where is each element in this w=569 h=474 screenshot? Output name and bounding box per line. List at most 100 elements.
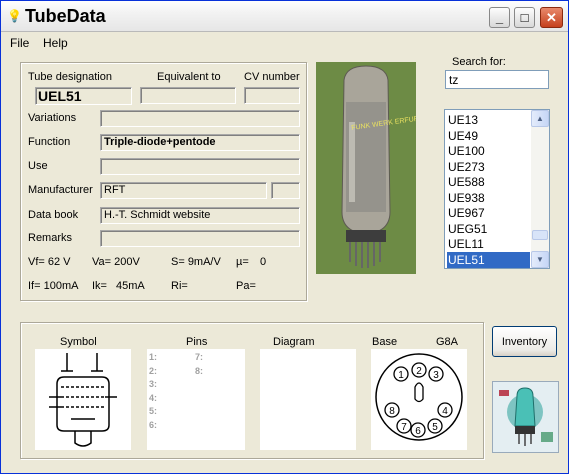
diagram-box [260, 349, 356, 450]
window-title: TubeData [25, 6, 106, 26]
cv-number-label: CV number [244, 71, 300, 83]
inventory-button[interactable]: Inventory [492, 326, 557, 357]
variations-field[interactable] [100, 110, 300, 127]
base-pin-number: 2 [416, 366, 422, 377]
menu-bar: File Help [1, 33, 568, 53]
manufacturer-field[interactable]: RFT [100, 182, 267, 199]
scroll-up-button[interactable]: ▲ [531, 110, 549, 127]
search-input[interactable] [445, 70, 549, 89]
minimize-button[interactable]: _ [489, 7, 510, 28]
vf-value: Vf= 62 V [28, 256, 71, 268]
pins-box: 1: 2: 3: 4: 5: 6: 7: 8: [147, 349, 245, 450]
base-pin: 1 [393, 366, 409, 382]
pin-label: 7: [195, 352, 204, 362]
base-pin-number: 1 [398, 370, 404, 381]
mu-value: 0 [260, 256, 267, 268]
tube-designation-label: Tube designation [28, 71, 112, 83]
app-window: 💡 TubeData _ □ ✕ File Help Tube designat… [0, 0, 569, 474]
base-pin-number: 6 [415, 426, 421, 437]
base-box: 1 23 45678 [371, 349, 467, 450]
base-pin-number: 3 [433, 370, 439, 381]
use-field[interactable] [100, 158, 300, 175]
equivalent-to-field[interactable] [140, 87, 236, 104]
maximize-button[interactable]: □ [514, 7, 535, 28]
scroll-down-button[interactable]: ▼ [531, 251, 549, 268]
ik-label: Ik= [92, 280, 107, 292]
close-icon: ✕ [546, 9, 557, 25]
base-pin: 8 [384, 402, 400, 418]
lightbulb-icon: 💡 [7, 9, 22, 23]
function-label: Function [28, 136, 71, 148]
diagram-label: Diagram [273, 336, 315, 348]
function-field[interactable]: Triple-diode+pentode [100, 134, 300, 151]
title-bar[interactable]: 💡 TubeData _ □ ✕ [1, 1, 568, 32]
pa-label: Pa= [236, 280, 256, 292]
base-pin-number: 5 [432, 422, 438, 433]
base-pin: 4 [437, 402, 453, 418]
tube-list[interactable]: UE13 UE49 UE100 UE273 UE588 UE938 UE967 UEG51 UE… [444, 109, 550, 269]
remarks-label: Remarks [28, 232, 73, 244]
pins-label: Pins [186, 336, 208, 348]
pin-label: 3: [149, 379, 158, 389]
base-pin: 7 [396, 418, 412, 434]
variations-label: Variations [28, 112, 77, 124]
symbol-box [35, 349, 131, 450]
manufacturer-label: Manufacturer [28, 184, 93, 196]
ri-label: Ri= [171, 280, 188, 292]
list-item[interactable]: UE588 [447, 174, 530, 190]
arrow-up-icon: ▲ [536, 114, 544, 123]
list-item[interactable]: UE49 [447, 128, 530, 144]
s-value: S= 9mA/V [171, 256, 221, 268]
use-label: Use [28, 160, 48, 172]
app-logo [492, 381, 559, 453]
tube-designation-field[interactable]: UEL51 [35, 87, 132, 105]
if-value: If= 100mA [28, 280, 79, 292]
base-pin-number: 7 [401, 422, 407, 433]
list-item[interactable]: UE938 [447, 190, 530, 206]
equivalent-to-label: Equivalent to [157, 71, 221, 83]
maximize-icon: □ [520, 10, 529, 25]
base-label: Base [372, 336, 398, 348]
manufacturer-extra-field[interactable] [271, 182, 300, 199]
tube-logo-icon [493, 382, 558, 452]
tube-photo: FUNK WERK ERFURT UEL51 [316, 62, 416, 274]
list-item[interactable]: UE273 [447, 159, 530, 175]
ik-value: 45mA [116, 280, 145, 292]
close-button[interactable]: ✕ [540, 7, 563, 28]
list-item[interactable]: UEG51 [447, 221, 530, 237]
pin-label: 4: [149, 392, 158, 403]
base-pinout-image: 1 2 3 45678 [375, 353, 463, 441]
pin-label: 5: [149, 406, 158, 416]
tube-photo-image: FUNK WERK ERFURT UEL51 [316, 62, 416, 274]
list-item[interactable]: UE13 [447, 112, 530, 128]
pin-label: 2: [149, 365, 158, 376]
base-pin-number: 8 [389, 406, 395, 417]
cv-number-field[interactable] [244, 87, 300, 104]
search-label: Search for: [452, 56, 506, 68]
menu-help[interactable]: Help [43, 36, 68, 50]
pin-label: 6: [149, 419, 158, 430]
base-pin-number: 4 [442, 406, 448, 417]
va-value: Va= 200V [92, 256, 140, 268]
symbol-label: Symbol [60, 336, 97, 348]
mu-label: µ= [236, 256, 249, 268]
base-pin: 6 [410, 422, 426, 438]
list-item[interactable]: UEL11 [447, 236, 530, 252]
base-type-label: G8A [436, 336, 459, 348]
remarks-field[interactable] [100, 230, 300, 247]
list-item[interactable]: UE967 [447, 205, 530, 221]
list-item[interactable]: UE100 [447, 143, 530, 159]
minimize-icon: _ [495, 10, 504, 25]
pin-label: 8: [195, 365, 204, 376]
pin-label: 1: [149, 352, 158, 362]
list-item[interactable]: UEL51 [447, 251, 530, 268]
scroll-thumb[interactable] [532, 230, 548, 240]
base-pin: 3 [428, 366, 444, 382]
data-book-label: Data book [28, 209, 79, 221]
tube-symbol-image [49, 353, 117, 447]
menu-file[interactable]: File [10, 36, 29, 50]
data-book-field[interactable]: H.-T. Schmidt website [100, 207, 300, 224]
list-scrollbar[interactable]: ▲ ▼ [531, 110, 549, 268]
arrow-down-icon: ▼ [536, 255, 544, 264]
base-pin: 2 [411, 362, 427, 378]
